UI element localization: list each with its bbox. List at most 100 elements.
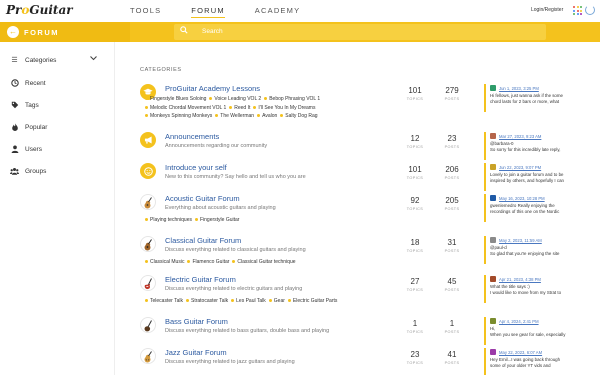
last-post-date[interactable]: Mar 27, 2023, 9:23 AM <box>499 134 541 139</box>
apps-menu-icon[interactable] <box>573 6 583 16</box>
classical-guitar-icon[interactable] <box>140 236 156 252</box>
last-post-date[interactable]: Jun 22, 2023, 9:07 PM <box>499 165 541 170</box>
subcategory-link[interactable]: Classical Music <box>145 258 184 267</box>
bass-guitar-icon[interactable] <box>140 317 156 333</box>
sidebar-item-categories[interactable]: ☰ Categories <box>10 53 56 67</box>
subcategory-link[interactable]: Voice Leading VOL 2 <box>209 95 261 104</box>
login-register-link[interactable]: Login/Register <box>531 7 563 13</box>
subcategory-link[interactable]: Flamenco Guitar <box>187 258 229 267</box>
last-post-text: Hi fellows, just wanna ask if the some ch… <box>490 93 563 104</box>
category-description: Everything about acoustic guitars and pl… <box>165 205 276 211</box>
category-title[interactable]: Announcements <box>165 132 219 141</box>
avatar[interactable] <box>490 237 496 243</box>
apps-menu-dot <box>580 9 582 12</box>
category-title[interactable]: Bass Guitar Forum <box>165 317 228 326</box>
sidebar-item-label: Groups <box>25 167 47 175</box>
subcategory-link[interactable]: Bebop Phrasing VOL 1 <box>264 95 320 104</box>
last-post[interactable]: Apr 4, 2024, 2:41 PM Hi, When you see gea… <box>484 317 600 345</box>
proguitar-logo[interactable]: ProGuitar <box>6 3 73 17</box>
acoustic-guitar-icon[interactable] <box>140 194 156 210</box>
category-title[interactable]: Electric Guitar Forum <box>165 275 236 284</box>
sidebar-item-recent[interactable]: Recent <box>10 76 46 90</box>
subcategory-link[interactable]: I'll See You In My Dreams <box>253 104 315 113</box>
subcategory-link[interactable]: Monkeys Spinning Monkeys <box>145 112 212 121</box>
category-description: Discuss everything related to classical … <box>165 247 306 253</box>
topics-count: 101 TOPICS <box>406 165 424 180</box>
last-post[interactable]: Apr 21, 2023, 4:38 PM What the title say… <box>484 275 600 303</box>
last-post-date[interactable]: Jun 1, 2023, 3:25 PM <box>499 86 539 91</box>
nav-forum[interactable]: FORUM <box>191 6 225 18</box>
last-post-date[interactable]: Apr 21, 2023, 4:38 PM <box>499 277 541 282</box>
subcategory-link[interactable]: Fingerstyle Guitar <box>194 216 239 225</box>
last-post-text: What the title says :) I would like to mo… <box>490 284 562 295</box>
loading-spinner-icon <box>585 5 595 15</box>
forum-bar-title: FORUM <box>24 28 59 37</box>
subcategory-link[interactable]: The Wellerman <box>215 112 254 121</box>
subcategory-link[interactable]: Stratocaster Talk <box>185 297 228 306</box>
last-post[interactable]: May 2, 2023, 11:59 AM @paul-d So glad tha… <box>484 236 600 264</box>
nav-academy[interactable]: ACADEMY <box>255 6 301 18</box>
last-post-text: gwenlemedro Really enjoying the recording… <box>490 203 560 214</box>
last-post[interactable]: Mar 27, 2023, 9:23 AM @barbara-0 So sorry… <box>484 132 600 160</box>
last-post[interactable]: May 16, 2023, 10:28 PM gwenlemedro Reall… <box>484 194 600 222</box>
last-post-date[interactable]: May 16, 2023, 10:28 PM <box>499 196 545 201</box>
posts-count: 1 POSTS <box>444 319 460 334</box>
search-input[interactable]: Search <box>174 24 546 40</box>
subcategory-list: Playing techniques Fingerstyle Guitar <box>145 216 380 225</box>
subcategory-link[interactable]: Telecaster Talk <box>145 297 183 306</box>
avatar[interactable] <box>490 195 496 201</box>
avatar[interactable] <box>490 318 496 324</box>
subcategory-link[interactable]: Electric Guitar Parts <box>287 297 337 306</box>
category-description: Discuss everything related to electric g… <box>165 286 303 292</box>
jazz-guitar-icon[interactable] <box>140 348 156 364</box>
subcategory-link[interactable]: Classical Guitar technique <box>232 258 296 267</box>
posts-count: 279 POSTS <box>444 86 460 101</box>
last-post-date[interactable]: May 2, 2023, 11:59 AM <box>499 238 542 243</box>
category-description: Announcements regarding our community <box>165 143 268 149</box>
avatar[interactable] <box>490 349 496 355</box>
category-title[interactable]: Introduce your self <box>165 163 227 172</box>
smile-icon[interactable] <box>140 163 156 179</box>
sidebar-item-groups[interactable]: Groups <box>10 164 46 178</box>
avatar[interactable] <box>490 85 496 91</box>
category-title[interactable]: ProGuitar Academy Lessons <box>165 84 260 93</box>
nav-tools[interactable]: TOOLS <box>130 6 161 18</box>
apps-menu-dot <box>573 13 575 15</box>
last-post-date[interactable]: May 22, 2023, 6:07 AM <box>499 350 542 355</box>
apps-menu-dot <box>580 13 582 15</box>
category-title[interactable]: Jazz Guitar Forum <box>165 348 227 357</box>
sidebar-item-tags[interactable]: Tags <box>10 98 39 112</box>
avatar[interactable] <box>490 133 496 139</box>
last-post[interactable]: May 22, 2023, 6:07 AM Hey Emil...I was g… <box>484 348 600 375</box>
last-post[interactable]: Jun 1, 2023, 3:25 PM Hi fellows, just wa… <box>484 84 600 112</box>
subcategory-link[interactable]: Les Paul Talk <box>231 297 266 306</box>
search-icon <box>180 26 188 36</box>
sidebar-item-users[interactable]: Users <box>10 142 42 156</box>
category-title[interactable]: Acoustic Guitar Forum <box>165 194 240 203</box>
avatar[interactable] <box>490 276 496 282</box>
category-description: Discuss everything related to jazz guita… <box>165 359 295 365</box>
subcategory-link[interactable]: Reed It <box>229 104 250 113</box>
subcategory-link[interactable]: Salty Dog Rag <box>280 112 318 121</box>
chevron-down-icon[interactable] <box>90 56 97 63</box>
apps-menu-dot <box>576 9 579 12</box>
subcategory-link[interactable]: Melodic Chordal Movement VOL 1 <box>145 104 226 113</box>
last-post[interactable]: Jun 22, 2023, 9:07 PM Lovely to join a g… <box>484 163 600 191</box>
avatar[interactable] <box>490 164 496 170</box>
header-icons <box>573 5 595 17</box>
last-post-date[interactable]: Apr 4, 2024, 2:41 PM <box>499 319 539 324</box>
subcategory-link[interactable]: Playing techniques <box>145 216 192 225</box>
subcategory-link[interactable]: Avalon <box>257 112 277 121</box>
category-title[interactable]: Classical Guitar Forum <box>165 236 241 245</box>
sidebar-item-label: Categories <box>25 56 57 64</box>
megaphone-icon[interactable] <box>140 132 156 148</box>
sidebar-item-popular[interactable]: Popular <box>10 120 47 134</box>
topics-count: 1 TOPICS <box>406 319 424 334</box>
last-post-text: Hey Emil...I was going back through some … <box>490 357 561 368</box>
subcategory-link[interactable]: Fingerstyle Blues Soloing <box>145 95 206 104</box>
categories-main: CATEGORIES ProGuitar Academy Lessons Fin… <box>140 42 600 375</box>
back-arrow-icon[interactable]: ← <box>7 26 19 38</box>
subcategory-link[interactable]: Gear <box>268 297 285 306</box>
last-post-text: @paul-d So glad that you're enjoying the … <box>490 245 560 256</box>
electric-guitar-icon[interactable] <box>140 275 156 291</box>
